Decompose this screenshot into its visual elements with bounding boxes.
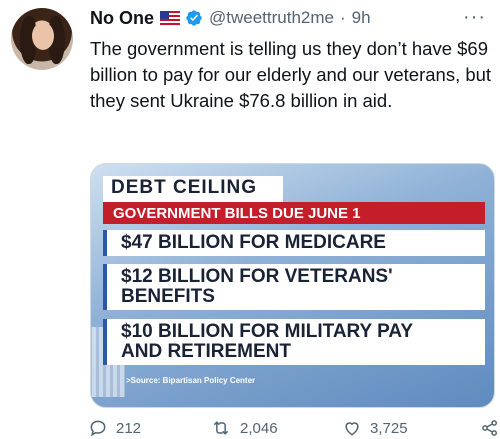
retweet-icon bbox=[213, 421, 229, 435]
like-count: 3,725 bbox=[370, 419, 408, 437]
more-options-icon[interactable]: ··· bbox=[463, 6, 486, 29]
bill-item: $12 BILLION FOR VETERANS' BENEFITS bbox=[121, 266, 393, 307]
timestamp[interactable]: 9h bbox=[352, 8, 371, 28]
tweet-actions: 212 2,046 3,725 bbox=[88, 418, 500, 439]
heart-icon bbox=[345, 422, 359, 436]
like-button[interactable]: 3,725 bbox=[342, 418, 408, 438]
share-icon bbox=[482, 420, 497, 436]
reply-count: 212 bbox=[116, 419, 142, 437]
media-subheadline: GOVERNMENT BILLS DUE JUNE 1 bbox=[113, 205, 361, 222]
reply-icon bbox=[90, 420, 106, 437]
retweet-count: 2,046 bbox=[240, 419, 278, 437]
bill-item: $47 BILLION FOR MEDICARE bbox=[121, 232, 386, 253]
separator: · bbox=[340, 8, 346, 27]
tweet-text: The government is telling us they don’t … bbox=[90, 38, 492, 111]
verified-badge-icon[interactable] bbox=[185, 9, 203, 27]
handle[interactable]: @tweettruth2me bbox=[209, 8, 334, 28]
share-button[interactable] bbox=[480, 418, 500, 438]
tweet-header: No One @tweettruth2me · 9h ··· bbox=[90, 6, 492, 30]
us-flag-icon bbox=[160, 11, 181, 25]
media-source: >Source: Bipartisan Policy Center bbox=[126, 376, 256, 385]
avatar[interactable] bbox=[11, 8, 73, 70]
avatar-face bbox=[32, 22, 54, 50]
tweet-media-image[interactable]: DEBT CEILING GOVERNMENT BILLS DUE JUNE 1… bbox=[90, 163, 495, 408]
media-headline: DEBT CEILING bbox=[111, 177, 258, 198]
retweet-button[interactable]: 2,046 bbox=[210, 418, 278, 438]
display-name[interactable]: No One bbox=[90, 8, 154, 29]
bill-item: $10 BILLION FOR MILITARY PAY AND RETIREM… bbox=[121, 321, 413, 362]
reply-button[interactable]: 212 bbox=[88, 418, 141, 438]
